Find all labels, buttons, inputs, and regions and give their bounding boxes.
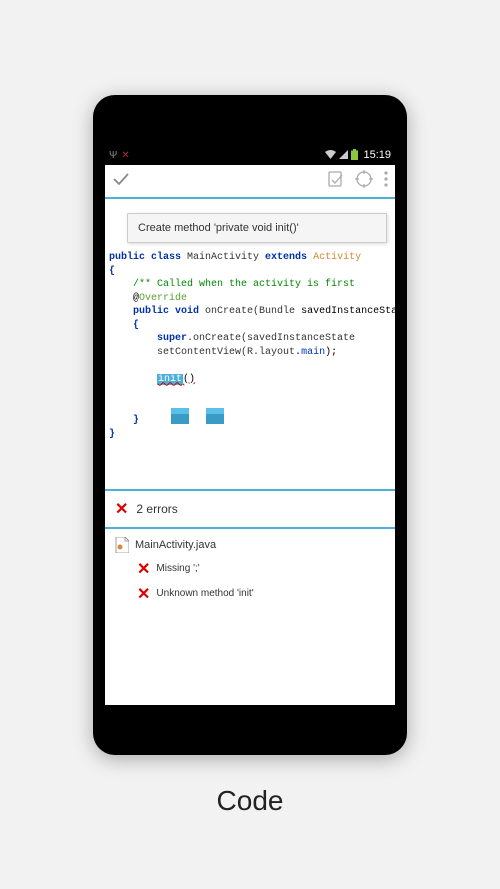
code-token: /** Called when the activity is first: [109, 279, 355, 290]
selection-handle-right[interactable]: [182, 384, 200, 410]
error-message: Missing ';': [156, 563, 199, 574]
wifi-icon: [325, 150, 336, 161]
errors-count-label: 2 errors: [136, 502, 177, 516]
code-token: @: [109, 293, 139, 304]
error-x-icon: ✕: [137, 559, 150, 579]
error-item[interactable]: ✕ Missing ';': [137, 559, 385, 579]
quickfix-suggestion[interactable]: Create method 'private void init()': [127, 213, 387, 243]
code-token: void: [169, 306, 199, 317]
edit-check-icon[interactable]: [327, 170, 345, 193]
code-token: }: [109, 415, 139, 426]
overflow-menu-icon[interactable]: [383, 170, 389, 193]
code-token: MainActivity: [181, 252, 259, 263]
suggestion-text: Create method 'private void init()': [138, 222, 299, 234]
code-token: }: [109, 429, 115, 440]
code-token: public: [109, 252, 145, 263]
error-file-name: MainActivity.java: [135, 539, 216, 551]
code-token: layout: [259, 347, 295, 358]
error-message: Unknown method 'init': [156, 588, 253, 599]
code-token: Override: [139, 293, 187, 304]
screen: Ψ ✕ 15:19: [105, 145, 395, 705]
clock: 15:19: [363, 149, 391, 161]
target-icon[interactable]: [355, 170, 373, 193]
code-token: Bundle: [259, 306, 295, 317]
status-right: 15:19: [325, 149, 391, 162]
error-x-icon: ✕: [137, 584, 150, 604]
done-icon[interactable]: [111, 169, 131, 194]
toolbar-right: [327, 170, 389, 193]
selected-text[interactable]: init: [157, 374, 183, 385]
code-token: savedInstanceState: [295, 306, 395, 317]
usb-icon: Ψ: [109, 150, 117, 161]
java-file-icon: [115, 537, 129, 553]
code-token: main: [301, 347, 325, 358]
code-token: class: [145, 252, 181, 263]
caption: Code: [217, 785, 284, 817]
code-token: Activity: [307, 252, 361, 263]
toolbar: [105, 165, 395, 199]
code-token: {: [109, 266, 115, 277]
code-token: extends: [259, 252, 307, 263]
signal-icon: [339, 150, 348, 161]
code-token: setContentView(R.: [109, 347, 259, 358]
close-status-icon: ✕: [121, 150, 129, 161]
code-token: onCreate(: [199, 306, 259, 317]
code-token: public: [109, 306, 169, 317]
phone-frame: Ψ ✕ 15:19: [93, 95, 407, 755]
code-editor[interactable]: public class MainActivity extends Activi…: [105, 249, 395, 459]
errors-header[interactable]: ✕ 2 errors: [105, 491, 395, 529]
selection-handles: [147, 384, 391, 414]
error-file-row[interactable]: MainActivity.java: [115, 537, 385, 553]
code-token: .onCreate(savedInstanceState: [187, 333, 355, 344]
status-bar: Ψ ✕ 15:19: [105, 145, 395, 165]
error-x-icon: ✕: [115, 499, 128, 519]
toolbar-left: [111, 169, 131, 194]
selection-handle-left[interactable]: [147, 384, 165, 410]
status-left: Ψ ✕: [109, 150, 130, 161]
battery-icon: [351, 149, 358, 162]
code-token: super: [109, 333, 187, 344]
code-token: [109, 374, 157, 385]
error-item[interactable]: ✕ Unknown method 'init': [137, 584, 385, 604]
code-token: {: [109, 320, 139, 331]
errors-panel: MainActivity.java ✕ Missing ';' ✕ Unknow…: [105, 529, 395, 617]
code-token: (): [183, 374, 195, 385]
code-token: );: [325, 347, 337, 358]
